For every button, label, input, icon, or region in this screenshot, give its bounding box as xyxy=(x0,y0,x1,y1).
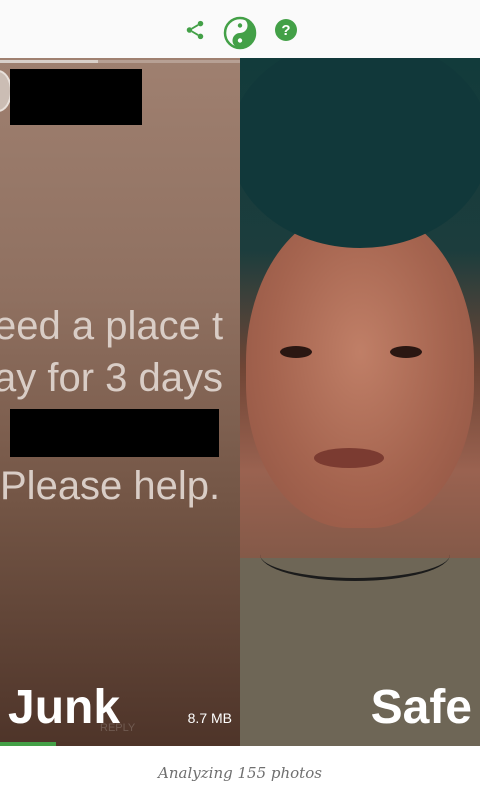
photo-progress-bar xyxy=(0,60,98,63)
redacted-name xyxy=(10,69,142,125)
photo-hair xyxy=(240,58,480,248)
top-toolbar: ? xyxy=(0,0,480,58)
svg-text:?: ? xyxy=(281,22,290,39)
file-size-label: 8.7 MB xyxy=(187,710,232,726)
safe-label: Safe xyxy=(370,681,472,734)
share-icon[interactable] xyxy=(182,17,208,43)
help-icon[interactable]: ? xyxy=(273,17,299,43)
photo-necklace xyxy=(260,528,450,581)
safe-photo-card[interactable]: Safe xyxy=(240,58,480,746)
redacted-text xyxy=(10,409,219,457)
photo-eye-left xyxy=(280,346,312,358)
photo-mouth xyxy=(314,448,384,468)
post-text-line-2: ay for 3 days xyxy=(0,356,224,400)
photo-progress-track xyxy=(98,60,240,63)
junk-photo-card[interactable]: eed a place t ay for 3 days Please help.… xyxy=(0,58,240,746)
status-footer: Analyzing 155 photos xyxy=(0,746,480,800)
analyzing-status-text: Analyzing 155 photos xyxy=(158,764,322,782)
junk-label: Junk xyxy=(8,681,121,734)
photo-face xyxy=(246,208,474,528)
post-text-line-3: Please help. xyxy=(0,464,221,508)
photo-eye-right xyxy=(390,346,422,358)
theme-toggle-icon[interactable] xyxy=(223,16,257,50)
post-text-line-1: eed a place t xyxy=(0,304,224,348)
